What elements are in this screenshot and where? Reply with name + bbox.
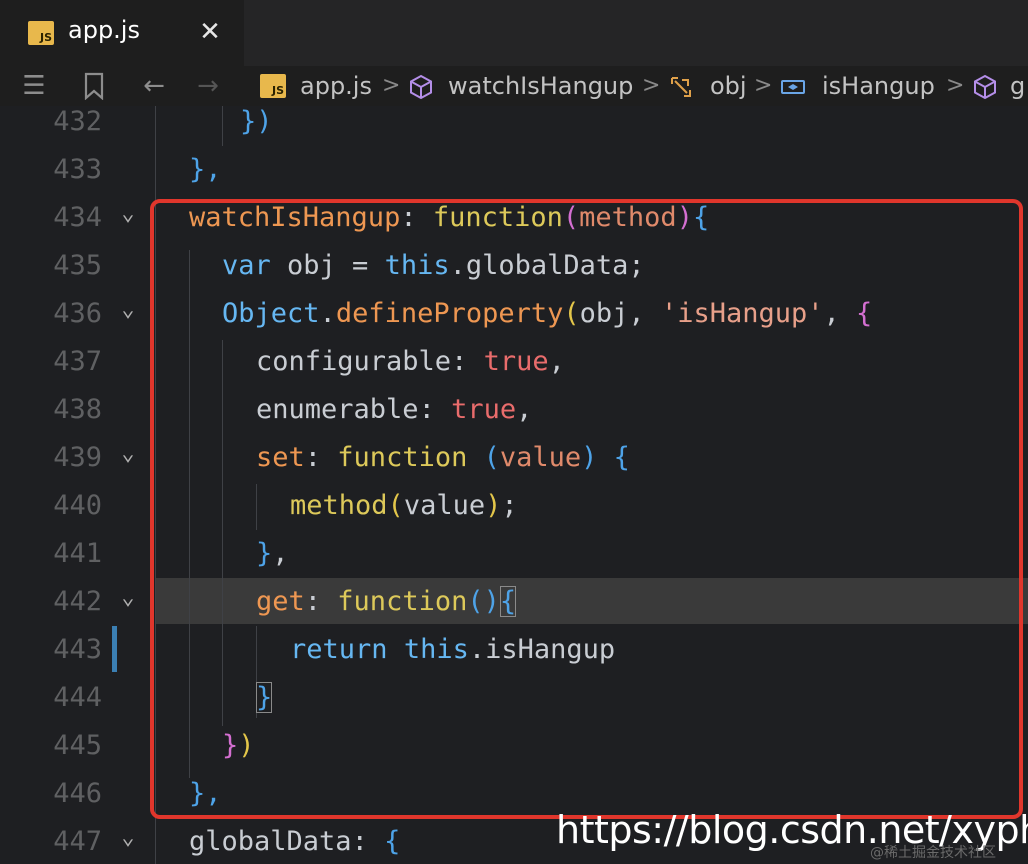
- line-number: 443: [53, 634, 102, 665]
- line-number: 447: [53, 826, 102, 857]
- property-icon: [781, 80, 805, 94]
- breadcrumb-toolbar: ☰ ← → JS app.js > watchIsHangup > obj > …: [0, 66, 1028, 107]
- fold-chevron-icon[interactable]: ⌄: [114, 578, 142, 626]
- breadcrumb-separator: >: [754, 73, 773, 98]
- fold-chevron-icon[interactable]: ⌄: [114, 434, 142, 482]
- method-cube-icon: [974, 74, 996, 100]
- line-number: 440: [53, 490, 102, 521]
- breadcrumb-separator: >: [946, 73, 965, 98]
- breadcrumb-item-method[interactable]: watchIsHangup: [448, 69, 633, 103]
- code-line: 433 },: [0, 146, 1028, 194]
- code-text: },: [189, 146, 222, 194]
- token: :: [351, 826, 385, 857]
- line-number: 433: [53, 154, 102, 185]
- breadcrumb-item-file[interactable]: app.js: [300, 69, 372, 103]
- list-icon[interactable]: ☰: [18, 70, 50, 102]
- line-number: 442: [53, 586, 102, 617]
- bookmark-icon[interactable]: [80, 70, 108, 102]
- method-cube-icon: [410, 74, 432, 100]
- line-number: 436: [53, 298, 102, 329]
- code-text: }): [240, 106, 273, 146]
- highlight-annotation-box: [150, 199, 1023, 819]
- line-number: 432: [53, 106, 102, 137]
- back-icon[interactable]: ←: [138, 70, 170, 102]
- breadcrumb-separator: >: [642, 73, 661, 98]
- line-number: 435: [53, 250, 102, 281]
- token: },: [189, 154, 222, 185]
- fold-chevron-icon[interactable]: ⌄: [114, 194, 142, 242]
- code-text: globalData: {: [189, 818, 400, 864]
- line-number: 437: [53, 346, 102, 377]
- watermark-community: @稀土掘金技术社区: [870, 845, 996, 861]
- line-number: 439: [53, 442, 102, 473]
- js-file-icon: JS: [28, 21, 54, 45]
- close-icon[interactable]: ✕: [196, 17, 224, 47]
- tab-bar: JS app.js ✕: [0, 0, 1028, 66]
- breadcrumb-item-getter[interactable]: g: [1010, 69, 1025, 103]
- js-file-icon: JS: [260, 74, 286, 98]
- breadcrumb-separator: >: [382, 73, 401, 98]
- line-number: 434: [53, 202, 102, 233]
- tab-title: app.js: [68, 16, 140, 44]
- token: {: [384, 826, 401, 857]
- line-number: 438: [53, 394, 102, 425]
- breadcrumb-item-variable[interactable]: obj: [710, 69, 747, 103]
- tab-app-js[interactable]: JS app.js ✕: [0, 0, 244, 66]
- fold-chevron-icon[interactable]: ⌄: [114, 290, 142, 338]
- line-number: 444: [53, 682, 102, 713]
- line-number: 446: [53, 778, 102, 809]
- token: globalData: [189, 826, 352, 857]
- variable-icon: [671, 77, 691, 97]
- fold-chevron-icon[interactable]: ⌄: [114, 818, 142, 864]
- breadcrumb-item-property[interactable]: isHangup: [822, 69, 935, 103]
- token: }): [240, 106, 273, 137]
- line-number: 445: [53, 730, 102, 761]
- forward-icon[interactable]: →: [192, 70, 224, 102]
- code-line: 432 }): [0, 106, 1028, 146]
- modified-line-marker: [112, 626, 117, 672]
- line-number: 441: [53, 538, 102, 569]
